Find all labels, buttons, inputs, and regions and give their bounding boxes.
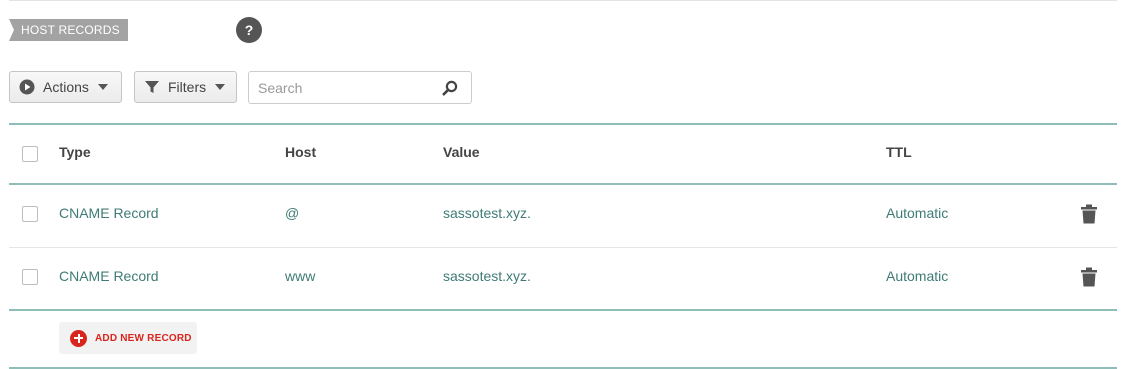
header-divider — [9, 183, 1117, 185]
top-divider — [9, 0, 1117, 1]
actions-dropdown-button[interactable]: Actions — [9, 71, 122, 103]
record-ttl-cell[interactable]: Automatic — [886, 205, 948, 221]
record-host-cell[interactable]: @ — [285, 205, 299, 221]
chevron-down-icon — [97, 84, 108, 90]
record-value-cell[interactable]: sassotest.xyz. — [443, 268, 531, 284]
chevron-down-icon — [215, 84, 226, 90]
search-input[interactable] — [249, 72, 429, 103]
column-header-type: Type — [59, 144, 91, 160]
column-header-ttl: TTL — [886, 144, 912, 160]
add-new-record-button[interactable]: ADD NEW RECORD — [59, 322, 197, 354]
help-button[interactable]: ? — [236, 17, 262, 43]
column-header-host: Host — [285, 144, 317, 160]
search-icon[interactable] — [442, 80, 458, 96]
plus-circle-icon — [70, 329, 87, 347]
funnel-icon — [144, 79, 160, 95]
actions-label: Actions — [43, 79, 89, 95]
table-bottom-border — [9, 309, 1117, 311]
table-top-border — [9, 123, 1117, 125]
row-checkbox[interactable] — [22, 206, 38, 222]
play-circle-icon — [19, 79, 35, 95]
trash-icon[interactable] — [1081, 267, 1097, 287]
row-divider — [9, 247, 1117, 248]
add-new-record-label: ADD NEW RECORD — [95, 332, 192, 344]
trash-icon[interactable] — [1081, 204, 1097, 224]
record-ttl-cell[interactable]: Automatic — [886, 268, 948, 284]
record-host-cell[interactable]: www — [285, 268, 315, 284]
column-header-value: Value — [443, 144, 480, 160]
record-type-cell[interactable]: CNAME Record — [59, 205, 159, 221]
row-checkbox[interactable] — [22, 269, 38, 285]
search-box — [248, 71, 472, 104]
filters-dropdown-button[interactable]: Filters — [134, 71, 237, 103]
section-title: HOST RECORDS — [9, 19, 128, 41]
record-type-cell[interactable]: CNAME Record — [59, 268, 159, 284]
record-value-cell[interactable]: sassotest.xyz. — [443, 205, 531, 221]
filters-label: Filters — [168, 79, 207, 95]
host-records-panel: HOST RECORDS ? Actions Filters Search Ty… — [0, 0, 1148, 369]
select-all-checkbox[interactable] — [22, 146, 38, 162]
